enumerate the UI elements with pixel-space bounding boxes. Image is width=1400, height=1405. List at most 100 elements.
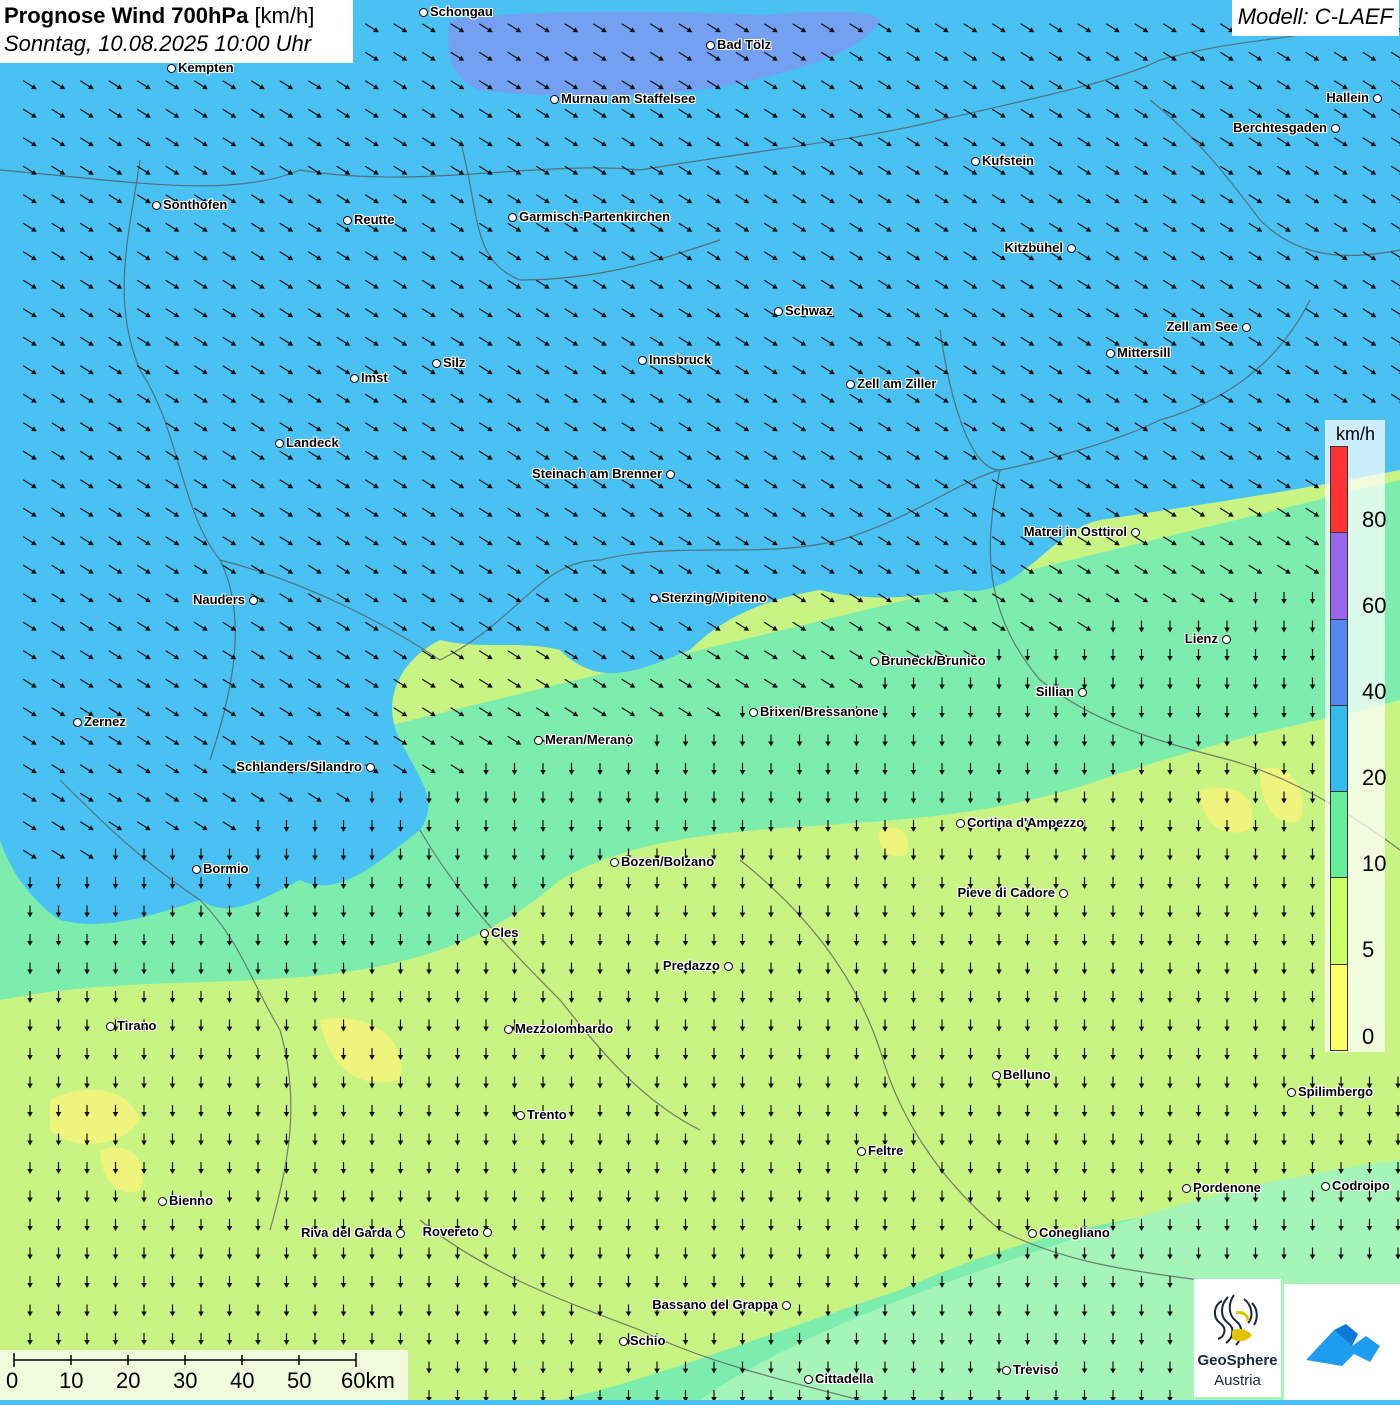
city-dot-icon (724, 962, 733, 971)
city-dot-icon (619, 1337, 628, 1346)
city-dot-icon (483, 1228, 492, 1237)
city-label: Imst (361, 370, 388, 385)
scale-label-40: 40 (230, 1368, 255, 1393)
scale-bar: 0 10 20 30 40 50 60km (0, 1350, 408, 1400)
city-label: Sonthofen (163, 197, 228, 212)
city-label: Lienz (1184, 631, 1218, 646)
city-dot-icon (804, 1375, 813, 1384)
city-label: Meran/Merano (545, 732, 634, 747)
city-label: Predazzo (662, 958, 720, 973)
city-label: Spilimbergo (1298, 1084, 1374, 1099)
legend-tick-label: 60 (1362, 593, 1387, 618)
city-dot-icon (275, 439, 284, 448)
city-dot-icon (343, 216, 352, 225)
city-label: Reutte (354, 212, 395, 227)
city-label: Mittersill (1117, 345, 1171, 360)
city-label: Schwaz (785, 303, 833, 318)
city-label: Trento (527, 1107, 567, 1122)
city-dot-icon (1321, 1182, 1330, 1191)
map-title-unit: [km/h] (254, 3, 315, 28)
city-dot-icon (706, 41, 715, 50)
city-label: Nauders (192, 592, 245, 607)
city-label: Cittadella (815, 1371, 874, 1386)
city-dot-icon (1242, 323, 1251, 332)
city-dot-icon (1067, 244, 1076, 253)
city-dot-icon (504, 1025, 513, 1034)
legend-band (1330, 877, 1348, 965)
geosphere-emblem-icon (1214, 1294, 1258, 1346)
city-dot-icon (396, 1229, 405, 1238)
city-label: Bad Tölz (717, 37, 772, 52)
legend-tick-label: 20 (1362, 765, 1387, 790)
city-dot-icon (73, 718, 82, 727)
scale-label-10: 10 (59, 1368, 84, 1393)
city-dot-icon (1331, 124, 1340, 133)
city-dot-icon (1131, 528, 1140, 537)
city-dot-icon (350, 374, 359, 383)
geosphere-austria-logo[interactable]: GeoSphere Austria (1194, 1279, 1281, 1397)
city-label: Feltre (868, 1143, 904, 1158)
city-label: Steinach am Brenner (531, 466, 662, 481)
city-dot-icon (419, 8, 428, 17)
city-label: Hallein (1326, 90, 1369, 105)
city-label: Bienno (169, 1193, 214, 1208)
weather-app-logo[interactable] (1284, 1284, 1400, 1400)
city-label: Kufstein (982, 153, 1034, 168)
legend-tick-label: 10 (1362, 851, 1387, 876)
city-label: Sillian (1035, 684, 1074, 699)
legend-tick-label: 80 (1362, 507, 1387, 532)
city-dot-icon (366, 763, 375, 772)
city-label: Pieve di Cadore (957, 885, 1055, 900)
city-dot-icon (158, 1197, 167, 1206)
city-dot-icon (192, 865, 201, 874)
legend-tick-label: 5 (1362, 937, 1375, 962)
scale-label-60km: 60km (341, 1368, 395, 1393)
city-label: Mezzolombardo (515, 1021, 614, 1036)
city-dot-icon (1373, 94, 1382, 103)
city-dot-icon (480, 929, 489, 938)
city-label: Kempten (178, 60, 234, 75)
city-label: Bassano del Grappa (652, 1297, 778, 1312)
map-title-main: Prognose Wind 700hPa (4, 3, 249, 28)
city-label: Tirano (117, 1018, 157, 1033)
city-dot-icon (1028, 1229, 1037, 1238)
city-label: Landeck (286, 435, 339, 450)
city-label: Riva del Garda (300, 1225, 392, 1240)
legend-band (1330, 446, 1348, 534)
map-title: Prognose Wind 700hPa [km/h] (4, 3, 353, 29)
city-dot-icon (971, 157, 980, 166)
city-dot-icon (152, 201, 161, 210)
city-dot-icon (992, 1071, 1001, 1080)
city-label: Zernez (84, 714, 126, 729)
city-dot-icon (666, 470, 675, 479)
city-dot-icon (870, 657, 879, 666)
city-dot-icon (1002, 1366, 1011, 1375)
city-dot-icon (782, 1301, 791, 1310)
city-dot-icon (638, 356, 647, 365)
city-label: Bruneck/Brunico (881, 653, 986, 668)
city-label: Schlanders/Silandro (236, 759, 362, 774)
city-label: Cortina d'Ampezzo (967, 815, 1085, 830)
city-label: Schongau (430, 4, 493, 19)
geosphere-name: GeoSphere (1197, 1352, 1278, 1369)
city-label: Murnau am Staffelsee (561, 91, 696, 106)
city-dot-icon (106, 1022, 115, 1031)
legend-band (1330, 963, 1348, 1051)
city-dot-icon (534, 736, 543, 745)
legend-band (1330, 618, 1348, 706)
city-dot-icon (846, 380, 855, 389)
city-dot-icon (774, 307, 783, 316)
model-label: Modell: C-LAEF (1231, 0, 1399, 36)
city-dot-icon (432, 359, 441, 368)
scale-label-30: 30 (173, 1368, 198, 1393)
city-label: Belluno (1003, 1067, 1051, 1082)
city-label: Sterzing/Vipiteno (661, 590, 767, 605)
city-label: Bormio (203, 861, 249, 876)
legend-tick-label: 40 (1362, 679, 1387, 704)
city-dot-icon (650, 594, 659, 603)
city-dot-icon (167, 64, 176, 73)
city-label: Brixen/Bressanone (760, 704, 879, 719)
city-dot-icon (249, 596, 258, 605)
geosphere-country: Austria (1214, 1372, 1261, 1389)
city-label: Schio (630, 1333, 666, 1348)
